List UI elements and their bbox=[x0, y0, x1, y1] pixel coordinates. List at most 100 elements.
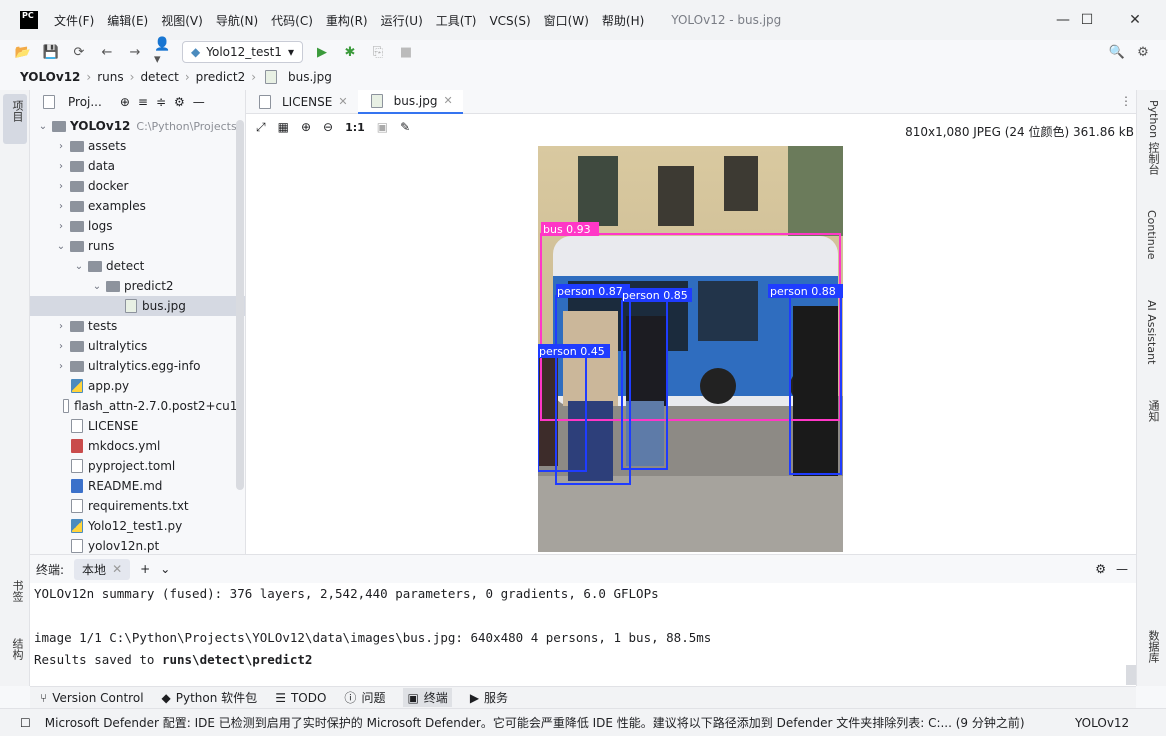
tree-item[interactable]: › logs bbox=[30, 216, 245, 236]
tree-item[interactable]: mkdocs.yml bbox=[30, 436, 245, 456]
tree-item[interactable]: LICENSE bbox=[30, 416, 245, 436]
chevron-down-icon[interactable]: ⌄ bbox=[54, 241, 68, 252]
project-tool-tab[interactable]: 项目 bbox=[9, 100, 25, 122]
status-square-icon[interactable]: ☐ bbox=[20, 716, 31, 730]
tree-item[interactable]: › assets bbox=[30, 136, 245, 156]
right-tool-tab[interactable]: 通知 bbox=[1145, 400, 1161, 422]
zoom-in-icon[interactable]: ⊕ bbox=[301, 120, 311, 134]
tree-item[interactable]: flash_attn-2.7.0.post2+cu12 bbox=[30, 396, 245, 416]
background-icon[interactable]: ▣ bbox=[377, 120, 388, 134]
tree-item[interactable]: ⌄ detect bbox=[30, 256, 245, 276]
chevron-down-icon[interactable]: ⌄ bbox=[72, 261, 86, 272]
chevron-down-icon[interactable]: ⌄ bbox=[160, 562, 170, 576]
breadcrumb-item[interactable]: YOLOv12 bbox=[20, 70, 80, 84]
editor-tab[interactable]: LICENSE ✕ bbox=[246, 90, 358, 114]
menu-item[interactable]: 视图(V) bbox=[161, 14, 203, 28]
tree-item[interactable]: pyproject.toml bbox=[30, 456, 245, 476]
menu-item[interactable]: 代码(C) bbox=[271, 14, 313, 28]
close-icon[interactable]: ✕ bbox=[443, 94, 452, 107]
hide-icon[interactable]: — bbox=[1116, 562, 1128, 576]
tree-root[interactable]: ⌄ YOLOv12 C:\Python\Projects\ bbox=[30, 116, 245, 136]
menu-item[interactable]: 导航(N) bbox=[216, 14, 258, 28]
fit-icon[interactable]: ⤢ bbox=[256, 120, 266, 135]
menu-item[interactable]: VCS(S) bbox=[489, 14, 530, 28]
menu-item[interactable]: 帮助(H) bbox=[602, 14, 644, 28]
run-config-selector[interactable]: ◆ Yolo12_test1 ▾ bbox=[182, 41, 303, 63]
terminal-tab-local[interactable]: 本地 ✕ bbox=[74, 558, 131, 580]
right-tool-tab[interactable]: AI Assistant bbox=[1145, 300, 1158, 364]
more-icon[interactable]: ⋮ bbox=[1120, 94, 1132, 108]
chevron-right-icon[interactable]: › bbox=[54, 341, 68, 352]
stop-icon[interactable]: ■ bbox=[397, 43, 415, 61]
status-message[interactable]: Microsoft Defender 配置: IDE 已检测到启用了实时保护的 … bbox=[45, 714, 1025, 731]
right-tool-tab[interactable]: Python 控制台 bbox=[1145, 100, 1161, 175]
close-button[interactable]: ✕ bbox=[1112, 0, 1158, 40]
menu-item[interactable]: 文件(F) bbox=[54, 14, 94, 28]
breadcrumb-item[interactable]: runs bbox=[97, 70, 123, 84]
chevron-down-icon[interactable]: ⌄ bbox=[36, 121, 50, 132]
actual-size-button[interactable]: 1:1 bbox=[345, 121, 365, 134]
breadcrumb-item[interactable]: bus.jpg bbox=[288, 70, 332, 84]
structure-tool-tab[interactable]: 结构 bbox=[9, 638, 25, 660]
tree-item[interactable]: › data bbox=[30, 156, 245, 176]
maximize-button[interactable]: ☐ bbox=[1064, 0, 1110, 40]
grid-icon[interactable]: ▦ bbox=[278, 120, 289, 134]
tree-item[interactable]: › tests bbox=[30, 316, 245, 336]
chevron-right-icon[interactable]: › bbox=[54, 201, 68, 212]
tool-window-button[interactable]: ☰ TODO bbox=[275, 691, 326, 705]
chevron-right-icon[interactable]: › bbox=[54, 141, 68, 152]
locate-icon[interactable]: ⊕ bbox=[120, 95, 130, 109]
breadcrumb-item[interactable]: predict2 bbox=[196, 70, 246, 84]
search-icon[interactable]: 🔍 bbox=[1108, 43, 1126, 61]
tree-item[interactable]: requirements.txt bbox=[30, 496, 245, 516]
color-picker-icon[interactable]: ✎ bbox=[400, 120, 410, 134]
menu-item[interactable]: 窗口(W) bbox=[544, 14, 589, 28]
tree-item[interactable]: bus.jpg bbox=[30, 296, 245, 316]
close-icon[interactable]: ✕ bbox=[112, 562, 122, 576]
tree-item[interactable]: README.md bbox=[30, 476, 245, 496]
menu-item[interactable]: 重构(R) bbox=[326, 14, 368, 28]
chevron-down-icon[interactable]: ⌄ bbox=[90, 281, 104, 292]
chevron-right-icon[interactable]: › bbox=[54, 161, 68, 172]
save-icon[interactable]: 💾 bbox=[42, 43, 60, 61]
tree-item[interactable]: ⌄ runs bbox=[30, 236, 245, 256]
run-icon[interactable]: ▶ bbox=[313, 43, 331, 61]
tool-window-button[interactable]: ⓘ 问题 bbox=[344, 689, 385, 706]
tool-window-button[interactable]: ⑂ Version Control bbox=[40, 691, 144, 705]
editor-tab[interactable]: bus.jpg ✕ bbox=[357, 89, 463, 114]
gear-icon[interactable]: ⚙ bbox=[1095, 562, 1106, 576]
menu-item[interactable]: 编辑(E) bbox=[107, 14, 148, 28]
tool-window-button[interactable]: ◆ Python 软件包 bbox=[162, 689, 258, 706]
right-tool-tab[interactable]: 数据库 bbox=[1145, 630, 1161, 663]
tree-item[interactable]: yolov12n.pt bbox=[30, 536, 245, 556]
menu-item[interactable]: 工具(T) bbox=[436, 14, 477, 28]
chevron-right-icon[interactable]: › bbox=[54, 181, 68, 192]
collapse-all-icon[interactable]: ≑ bbox=[156, 95, 166, 109]
zoom-out-icon[interactable]: ⊖ bbox=[323, 120, 333, 134]
coverage-icon[interactable]: ⎘ bbox=[369, 43, 387, 61]
bookmarks-tool-tab[interactable]: 书签 bbox=[9, 580, 25, 602]
debug-icon[interactable]: ✱ bbox=[341, 43, 359, 61]
gear-icon[interactable]: ⚙ bbox=[1134, 43, 1152, 61]
forward-icon[interactable]: → bbox=[126, 43, 144, 61]
sync-icon[interactable]: ⟳ bbox=[70, 43, 88, 61]
expand-all-icon[interactable]: ≡ bbox=[138, 95, 148, 109]
tree-item[interactable]: Yolo12_test1.py bbox=[30, 516, 245, 536]
breadcrumb-item[interactable]: detect bbox=[140, 70, 178, 84]
tree-item[interactable]: app.py bbox=[30, 376, 245, 396]
back-icon[interactable]: ← bbox=[98, 43, 116, 61]
user-icon[interactable]: 👤▾ bbox=[154, 37, 172, 67]
tree-item[interactable]: › ultralytics bbox=[30, 336, 245, 356]
chevron-right-icon[interactable]: › bbox=[54, 321, 68, 332]
terminal-scrollbar[interactable] bbox=[1126, 665, 1136, 685]
tool-window-button[interactable]: ▶ 服务 bbox=[470, 689, 508, 706]
right-tool-tab[interactable]: Continue bbox=[1145, 210, 1158, 259]
hide-icon[interactable]: — bbox=[193, 95, 205, 109]
chevron-right-icon[interactable]: › bbox=[54, 361, 68, 372]
tool-window-button[interactable]: ▣ 终端 bbox=[403, 688, 452, 707]
tree-item[interactable]: › examples bbox=[30, 196, 245, 216]
gear-icon[interactable]: ⚙ bbox=[174, 95, 185, 109]
tree-item[interactable]: ⌄ predict2 bbox=[30, 276, 245, 296]
chevron-right-icon[interactable]: › bbox=[54, 221, 68, 232]
tree-item[interactable]: › ultralytics.egg-info bbox=[30, 356, 245, 376]
